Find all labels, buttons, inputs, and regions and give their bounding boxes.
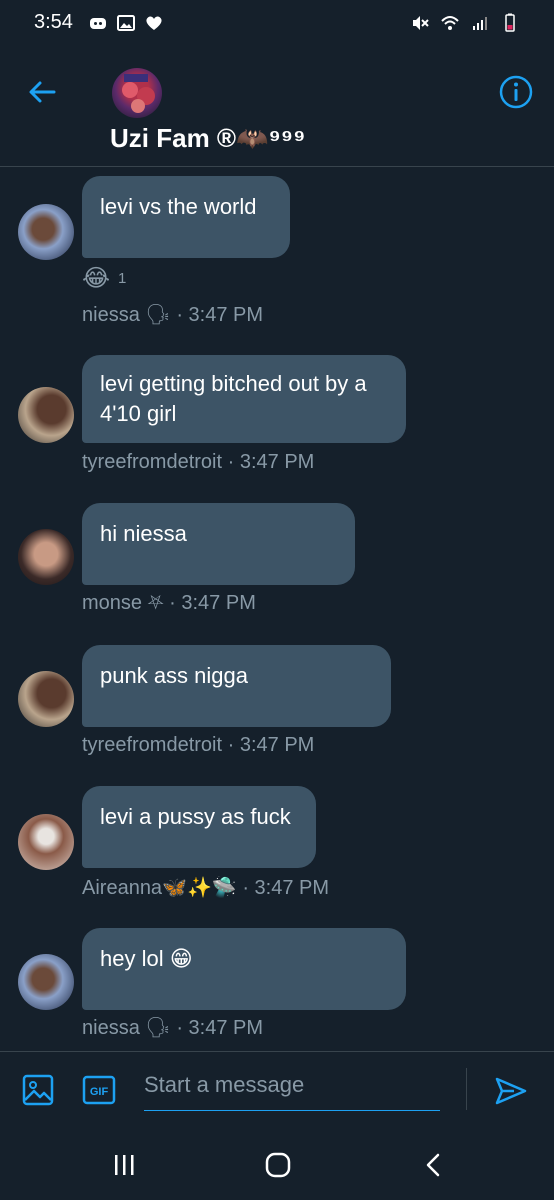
- sender-name: niessa 🗣: [82, 1017, 171, 1039]
- divider: [466, 1068, 467, 1110]
- status-notification-icons: [88, 13, 164, 33]
- image-icon[interactable]: [22, 1074, 54, 1106]
- message-bubble[interactable]: hey lol 😁: [82, 928, 406, 1010]
- info-icon[interactable]: [498, 74, 534, 110]
- mute-icon: [413, 16, 429, 30]
- message-time: 3:47 PM: [188, 1017, 264, 1039]
- message-text: punk ass nigga: [100, 663, 248, 688]
- battery-icon: [505, 13, 515, 32]
- message-bubble[interactable]: levi getting bitched out by a 4'10 girl: [82, 355, 406, 443]
- home-icon[interactable]: [262, 1149, 294, 1181]
- heart-icon: [146, 16, 162, 30]
- avatar[interactable]: [18, 954, 74, 1010]
- sender-name: monse ⛧: [82, 592, 164, 614]
- message-time: 3:47 PM: [239, 451, 315, 473]
- message-text: levi vs the world: [100, 194, 257, 219]
- reaction-count: 1: [118, 270, 127, 287]
- sender-name: tyreefromdetroit: [82, 734, 223, 756]
- message-meta: niessa 🗣 · 3:47 PM: [82, 1017, 264, 1039]
- message-row: levi vs the world 😂 1 niessa 🗣 · 3:47 PM: [0, 176, 554, 336]
- group-avatar[interactable]: [112, 68, 162, 118]
- message-text: hi niessa: [100, 521, 187, 546]
- status-time: 3:54: [34, 11, 73, 33]
- system-nav-bar: [0, 1131, 554, 1200]
- svg-text:GIF: GIF: [90, 1086, 109, 1098]
- status-bar: 3:54: [0, 0, 554, 48]
- message-text: levi a pussy as fuck: [100, 804, 291, 829]
- message-composer: GIF Start a message: [0, 1051, 554, 1132]
- message-time: 3:47 PM: [239, 734, 315, 756]
- tears-of-joy-icon: 😂: [82, 265, 111, 292]
- message-row: hey lol 😁 niessa 🗣 · 3:47 PM: [0, 928, 554, 1046]
- message-row: levi a pussy as fuck Aireanna🦋✨🛸 · 3:47 …: [0, 786, 554, 906]
- signal-icon: [473, 17, 487, 30]
- sender-name: niessa 🗣: [82, 304, 171, 326]
- message-reaction[interactable]: 😂 1: [82, 264, 126, 293]
- avatar[interactable]: [18, 204, 74, 260]
- message-input[interactable]: Start a message: [144, 1068, 440, 1111]
- sender-name: Aireanna🦋✨🛸: [82, 877, 237, 899]
- message-row: punk ass nigga tyreefromdetroit · 3:47 P…: [0, 645, 554, 765]
- back-arrow-icon[interactable]: [26, 76, 58, 108]
- message-meta: Aireanna🦋✨🛸 · 3:47 PM: [82, 877, 330, 899]
- message-text: levi getting bitched out by a 4'10 girl: [100, 371, 367, 426]
- message-time: 3:47 PM: [181, 592, 256, 614]
- avatar[interactable]: [18, 671, 74, 727]
- discord-icon: [90, 18, 106, 29]
- message-bubble[interactable]: levi vs the world: [82, 176, 290, 258]
- conversation-header: Uzi Fam ®🦇⁹⁹⁹: [0, 48, 554, 167]
- message-meta: tyreefromdetroit · 3:47 PM: [82, 734, 315, 756]
- wifi-icon: [441, 16, 459, 30]
- message-bubble[interactable]: hi niessa: [82, 503, 355, 585]
- back-icon[interactable]: [418, 1149, 450, 1181]
- avatar[interactable]: [18, 529, 74, 585]
- message-time: 3:47 PM: [188, 304, 264, 326]
- gif-icon[interactable]: GIF: [82, 1074, 116, 1106]
- avatar[interactable]: [18, 814, 74, 870]
- message-bubble[interactable]: punk ass nigga: [82, 645, 391, 727]
- message-row: levi getting bitched out by a 4'10 girl …: [0, 355, 554, 480]
- message-time: 3:47 PM: [254, 877, 330, 899]
- message-meta: monse ⛧ · 3:47 PM: [82, 592, 256, 614]
- message-bubble[interactable]: levi a pussy as fuck: [82, 786, 316, 868]
- group-title[interactable]: Uzi Fam ®🦇⁹⁹⁹: [110, 123, 305, 154]
- recent-apps-icon[interactable]: [108, 1149, 140, 1181]
- sender-name: tyreefromdetroit: [82, 451, 223, 473]
- message-meta: tyreefromdetroit · 3:47 PM: [82, 451, 315, 473]
- message-meta: niessa 🗣 · 3:47 PM: [82, 304, 264, 326]
- gallery-icon: [117, 15, 135, 31]
- avatar[interactable]: [18, 387, 74, 443]
- message-text: hey lol 😁: [100, 946, 193, 971]
- message-row: hi niessa monse ⛧ · 3:47 PM: [0, 503, 554, 623]
- status-system-icons: [410, 13, 520, 33]
- send-icon[interactable]: [494, 1074, 528, 1108]
